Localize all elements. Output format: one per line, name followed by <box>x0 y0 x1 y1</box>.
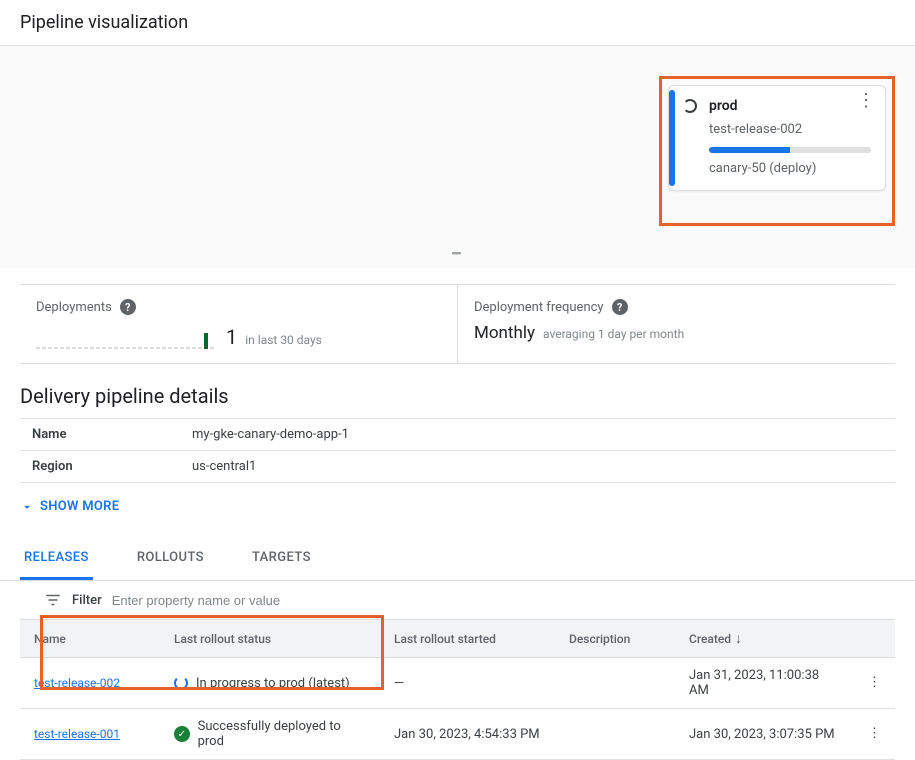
release-link[interactable]: test-release-002 <box>34 676 120 690</box>
frequency-value: Monthly <box>474 323 535 343</box>
description-cell <box>555 658 675 709</box>
tab-releases[interactable]: RELEASES <box>20 538 93 580</box>
releases-table-wrap: Name Last rollout status Last rollout st… <box>20 619 895 760</box>
check-icon: ✓ <box>174 726 190 742</box>
progress-bar-fill <box>709 147 790 153</box>
col-description[interactable]: Description <box>555 620 675 658</box>
pipeline-visualization-area: prod ⋮ test-release-002 canary-50 (deplo… <box>0 46 915 246</box>
target-name: prod <box>709 98 738 114</box>
detail-row-name: Name my-gke-canary-demo-app-1 <box>20 419 895 451</box>
metric-deployments: Deployments ? 1 in last 30 days <box>20 285 458 363</box>
deployments-count: 1 <box>226 325 237 349</box>
details-title: Delivery pipeline details <box>0 364 915 418</box>
filter-icon <box>44 591 62 609</box>
target-release: test-release-002 <box>709 122 871 137</box>
status-cell: In progress to prod (latest) <box>160 658 380 709</box>
col-started[interactable]: Last rollout started <box>380 620 555 658</box>
metric-frequency: Deployment frequency ? Monthly averaging… <box>458 285 895 363</box>
tabs: RELEASES ROLLOUTS TARGETS <box>0 538 915 581</box>
detail-value: us-central1 <box>180 451 895 483</box>
page-title: Pipeline visualization <box>0 0 915 45</box>
metric-label: Deployment frequency <box>474 300 604 315</box>
spinner-icon <box>683 99 697 113</box>
release-link[interactable]: test-release-001 <box>34 727 120 741</box>
started-cell: — <box>380 658 555 709</box>
col-name[interactable]: Name <box>20 620 160 658</box>
filter-bar: Filter <box>20 581 895 619</box>
filter-input[interactable] <box>112 593 871 608</box>
tab-rollouts[interactable]: ROLLOUTS <box>133 538 208 580</box>
frequency-suffix: averaging 1 day per month <box>543 327 684 341</box>
metrics-row: Deployments ? 1 in last 30 days Deployme… <box>20 284 895 364</box>
show-more-button[interactable]: SHOW MORE <box>0 483 915 530</box>
help-icon[interactable]: ? <box>612 299 628 315</box>
chevron-down-icon <box>20 500 34 514</box>
releases-table: Name Last rollout status Last rollout st… <box>20 619 895 760</box>
status-cell: ✓Successfully deployed to prod <box>160 709 380 760</box>
detail-value: my-gke-canary-demo-app-1 <box>180 419 895 451</box>
table-row: test-release-002 In progress to prod (lat… <box>20 658 895 709</box>
target-status: canary-50 (deploy) <box>709 161 871 176</box>
collapse-handle[interactable]: ━ <box>0 246 915 268</box>
show-more-label: SHOW MORE <box>40 499 119 514</box>
spinner-icon <box>174 676 188 690</box>
tab-targets[interactable]: TARGETS <box>248 538 315 580</box>
table-row: test-release-001 ✓Successfully deployed t… <box>20 709 895 760</box>
highlight-frame: prod ⋮ test-release-002 canary-50 (deplo… <box>659 76 895 226</box>
card-accent <box>669 90 675 186</box>
row-more-menu[interactable]: ⋮ <box>854 658 895 709</box>
release-name-cell: test-release-001 <box>20 709 160 760</box>
col-created[interactable]: Created↓ <box>675 620 854 658</box>
details-table: Name my-gke-canary-demo-app-1 Region us-… <box>20 418 895 483</box>
detail-label: Region <box>20 451 180 483</box>
progress-bar <box>709 147 871 153</box>
filter-label: Filter <box>72 593 102 608</box>
help-icon[interactable]: ? <box>120 299 136 315</box>
created-cell: Jan 30, 2023, 3:07:35 PM <box>675 709 854 760</box>
target-card-prod[interactable]: prod ⋮ test-release-002 canary-50 (deplo… <box>668 85 886 191</box>
sparkline <box>36 325 214 349</box>
started-cell: Jan 30, 2023, 4:54:33 PM <box>380 709 555 760</box>
col-actions <box>854 620 895 658</box>
detail-row-region: Region us-central1 <box>20 451 895 483</box>
row-more-menu[interactable]: ⋮ <box>854 709 895 760</box>
created-cell: Jan 31, 2023, 11:00:38 AM <box>675 658 854 709</box>
description-cell <box>555 709 675 760</box>
deployments-suffix: in last 30 days <box>245 333 322 347</box>
metric-label: Deployments <box>36 300 112 315</box>
more-menu-icon[interactable]: ⋮ <box>857 96 875 106</box>
detail-label: Name <box>20 419 180 451</box>
sort-desc-icon: ↓ <box>735 631 742 647</box>
col-status[interactable]: Last rollout status <box>160 620 380 658</box>
release-name-cell: test-release-002 <box>20 658 160 709</box>
